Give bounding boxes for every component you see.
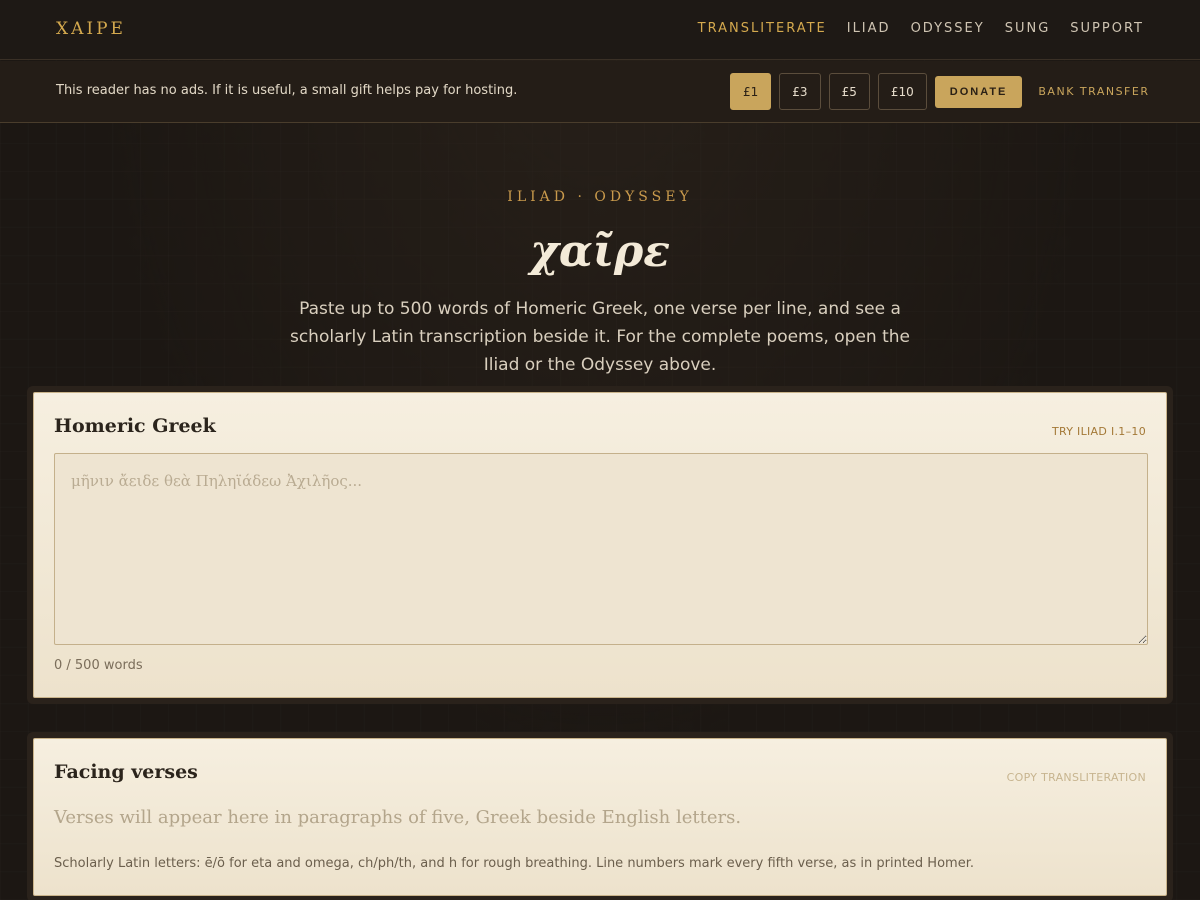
amount-button-5[interactable]: £5 (828, 73, 870, 110)
nav-link-support[interactable]: SUPPORT (1070, 21, 1144, 36)
transliteration-note: Scholarly Latin letters: ē/ō for eta and… (54, 856, 974, 871)
nav-links: TRANSLITERATE ILIAD ODYSSEY SUNG SUPPORT (698, 21, 1144, 36)
nav-link-iliad[interactable]: ILIAD (847, 21, 891, 36)
nav-link-odyssey[interactable]: ODYSSEY (911, 21, 985, 36)
donate-button[interactable]: DONATE (934, 75, 1023, 108)
amount-button-3[interactable]: £3 (779, 73, 821, 110)
copy-transliteration-button[interactable]: COPY TRANSLITERATION (1007, 771, 1146, 784)
facing-verses-card: Facing verses COPY TRANSLITERATION Verse… (27, 732, 1173, 900)
hero-title: χαῖρε (529, 226, 671, 277)
amount-button-10[interactable]: £10 (877, 73, 927, 110)
greek-input-title: Homeric Greek (54, 415, 216, 437)
donation-message: This reader has no ads. If it is useful,… (56, 83, 518, 98)
nav-link-sung[interactable]: SUNG (1005, 21, 1051, 36)
site-logo[interactable]: ΧΑΙΡΕ (56, 19, 126, 39)
donation-amounts: £1 £3 £5 £10 DONATE BANK TRANSFER (730, 73, 1149, 110)
word-count: 0 / 500 words (54, 658, 143, 673)
try-iliad-link[interactable]: TRY ILIAD I.1–10 (1052, 425, 1146, 438)
donation-bar: This reader has no ads. If it is useful,… (0, 61, 1200, 123)
facing-verses-panel: Facing verses COPY TRANSLITERATION Verse… (33, 738, 1167, 896)
nav-link-transliterate[interactable]: TRANSLITERATE (698, 21, 827, 36)
bank-transfer-link[interactable]: BANK TRANSFER (1038, 85, 1149, 98)
greek-input-card: Homeric Greek TRY ILIAD I.1–10 0 / 500 w… (27, 386, 1173, 704)
greek-text-input[interactable] (54, 453, 1148, 645)
facing-verses-placeholder: Verses will appear here in paragraphs of… (54, 807, 742, 828)
top-nav: ΧΑΙΡΕ TRANSLITERATE ILIAD ODYSSEY SUNG S… (0, 0, 1200, 60)
hero-kicker: ILIAD · ODYSSEY (507, 189, 693, 205)
facing-verses-title: Facing verses (54, 761, 198, 783)
greek-input-panel: Homeric Greek TRY ILIAD I.1–10 0 / 500 w… (33, 392, 1167, 698)
amount-button-1[interactable]: £1 (730, 73, 772, 110)
hero-subtitle: Paste up to 500 words of Homeric Greek, … (289, 299, 911, 375)
